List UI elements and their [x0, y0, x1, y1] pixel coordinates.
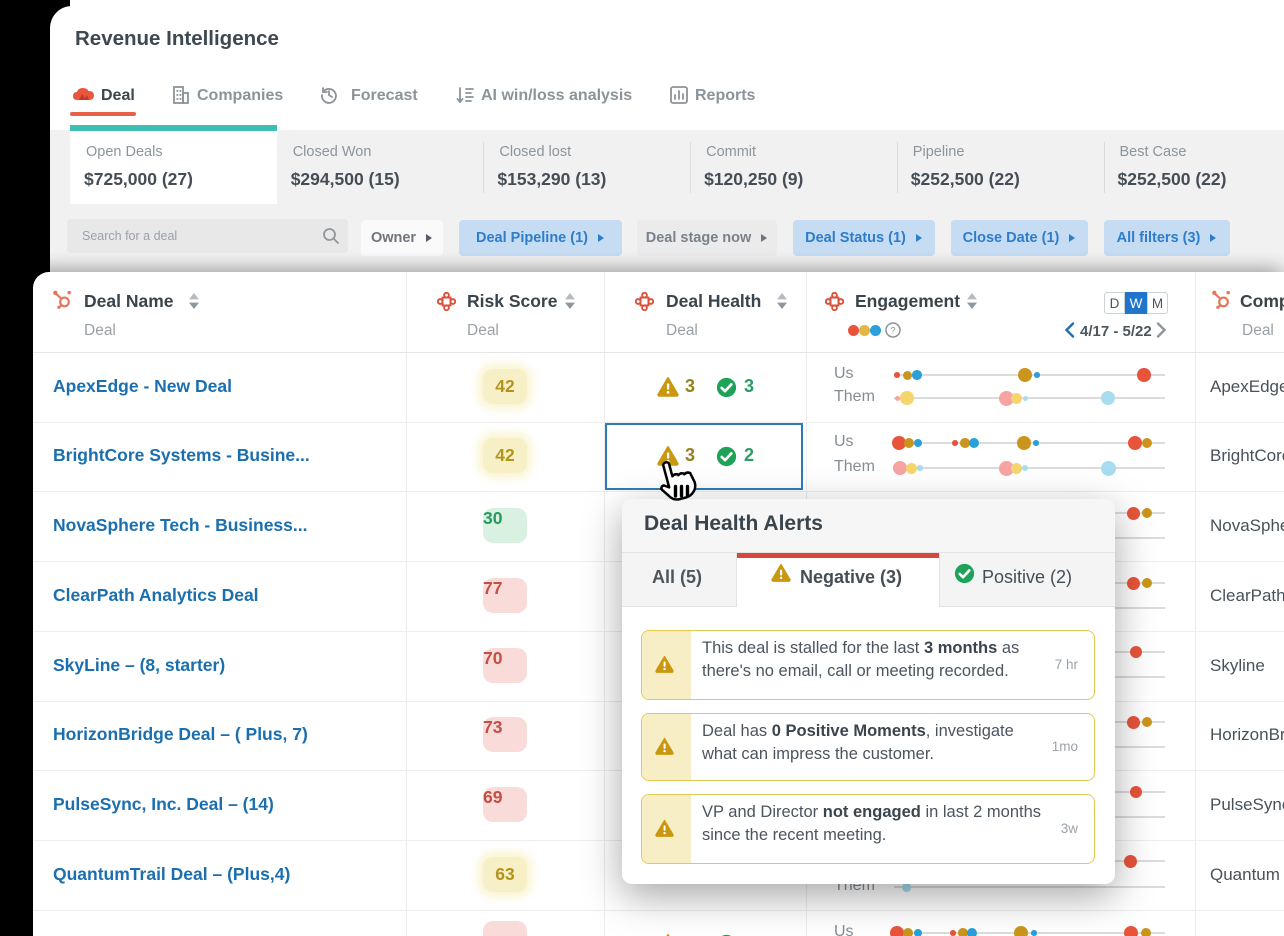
svg-text:?: ?	[890, 325, 895, 336]
